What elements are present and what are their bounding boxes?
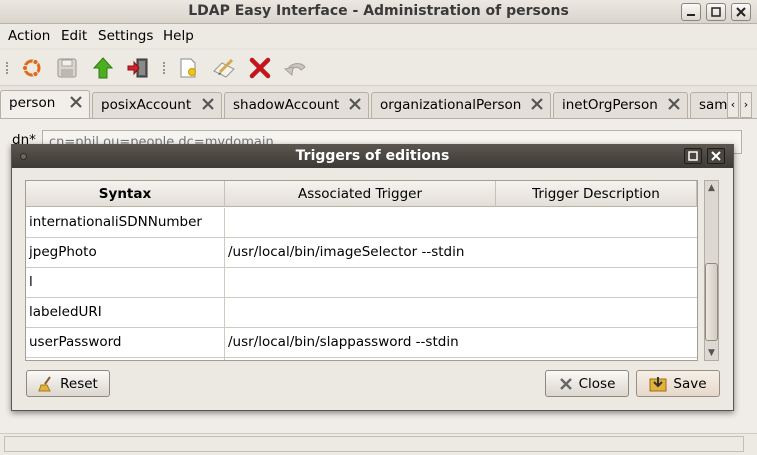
delete-button[interactable] xyxy=(246,55,274,81)
trigger-cell[interactable] xyxy=(225,208,697,238)
close-icon xyxy=(736,7,746,17)
ubuntu-button[interactable] xyxy=(18,55,46,81)
tab-person[interactable]: person xyxy=(0,90,90,120)
triggers-dialog: Triggers of editions Syntax Associated T… xyxy=(11,144,734,411)
syntax-cell[interactable]: l xyxy=(26,268,225,298)
minimize-button[interactable] xyxy=(681,3,701,21)
save-icon xyxy=(57,58,77,78)
undo-button[interactable] xyxy=(282,55,310,81)
scroll-up-icon[interactable]: ▲ xyxy=(705,181,718,195)
toolbar-grip[interactable] xyxy=(6,62,9,74)
menu-settings[interactable]: Settings xyxy=(98,28,153,44)
table-row[interactable]: labeledURI xyxy=(26,298,697,328)
undo-icon xyxy=(283,63,306,76)
minimize-icon xyxy=(687,14,695,16)
tab-scroll-left[interactable]: ‹ xyxy=(727,92,739,118)
tab-close-icon[interactable] xyxy=(349,98,361,114)
tab-close-icon[interactable] xyxy=(70,96,82,112)
chevron-right-icon: › xyxy=(743,98,749,111)
table-row[interactable] xyxy=(26,358,697,360)
dialog-maximize-button[interactable] xyxy=(684,148,702,164)
trigger-cell[interactable] xyxy=(225,358,697,360)
status-field xyxy=(4,436,744,452)
tab-inetorgperson[interactable]: inetOrgPerson xyxy=(553,92,688,118)
maximize-icon xyxy=(688,151,698,161)
reset-button[interactable]: Reset xyxy=(26,370,110,397)
edit-button[interactable] xyxy=(210,55,238,81)
table-header: Syntax Associated Trigger Trigger Descri… xyxy=(26,181,697,207)
tab-posixaccount[interactable]: posixAccount xyxy=(92,92,222,118)
tab-label: shadowAccount xyxy=(233,97,340,113)
menu-help[interactable]: Help xyxy=(163,28,194,44)
tab-close-icon[interactable] xyxy=(531,98,543,114)
trigger-cell[interactable]: /usr/local/bin/slappassword --stdin xyxy=(225,328,697,358)
exit-icon xyxy=(127,58,148,78)
broom-icon xyxy=(38,375,51,391)
toolbar-separator xyxy=(163,62,166,74)
dialog-titlebar: Triggers of editions xyxy=(12,145,733,168)
table-row[interactable]: l xyxy=(26,268,697,298)
dialog-title: Triggers of editions xyxy=(295,148,450,164)
trigger-cell[interactable] xyxy=(225,298,697,328)
tab-sam[interactable]: sam xyxy=(690,92,728,118)
tab-label: person xyxy=(9,95,56,111)
edit-icon xyxy=(213,58,235,78)
syntax-cell[interactable]: internationaliSDNNumber xyxy=(26,208,225,238)
save-button[interactable]: Save xyxy=(636,370,720,397)
tab-organizationalperson[interactable]: organizationalPerson xyxy=(371,92,551,118)
tab-shadowaccount[interactable]: shadowAccount xyxy=(224,92,369,118)
delete-icon xyxy=(249,57,271,79)
upload-button[interactable] xyxy=(89,55,117,81)
tab-close-icon[interactable] xyxy=(668,98,680,114)
scrollbar-thumb[interactable] xyxy=(705,263,718,341)
save-icon xyxy=(649,376,667,391)
window-title: LDAP Easy Interface - Administration of … xyxy=(188,3,569,19)
tab-label: posixAccount xyxy=(101,97,192,113)
new-button[interactable] xyxy=(174,55,202,81)
upload-arrow-icon xyxy=(92,57,114,79)
syntax-cell[interactable]: userPassword xyxy=(26,328,225,358)
tab-label: inetOrgPerson xyxy=(562,97,658,113)
exit-button[interactable] xyxy=(124,55,152,81)
syntax-cell[interactable] xyxy=(26,358,225,360)
save-toolbar-button[interactable] xyxy=(53,55,81,81)
close-icon xyxy=(711,151,721,161)
menu-action[interactable]: Action xyxy=(8,28,50,44)
tab-label: organizationalPerson xyxy=(380,97,522,113)
column-header-syntax[interactable]: Syntax xyxy=(26,181,225,207)
ubuntu-icon xyxy=(21,58,41,78)
close-window-button[interactable] xyxy=(731,3,751,21)
syntax-cell[interactable]: labeledURI xyxy=(26,298,225,328)
reset-label: Reset xyxy=(60,375,98,392)
close-icon xyxy=(559,377,572,390)
tab-scroll-right[interactable]: › xyxy=(740,92,752,118)
tab-label: sam xyxy=(699,97,728,113)
maximize-icon xyxy=(711,7,721,17)
table-scrollbar[interactable]: ▲ ▼ xyxy=(704,180,719,361)
trigger-cell[interactable] xyxy=(225,268,697,298)
close-button[interactable]: Close xyxy=(545,370,629,397)
toolbar xyxy=(0,50,757,86)
trigger-cell[interactable]: /usr/local/bin/imageSelector --stdin xyxy=(225,238,697,268)
close-label: Close xyxy=(578,375,616,392)
save-label: Save xyxy=(673,375,707,392)
column-header-associated-trigger[interactable]: Associated Trigger xyxy=(225,181,496,207)
table-row[interactable]: jpegPhoto /usr/local/bin/imageSelector -… xyxy=(26,238,697,268)
triggers-table: Syntax Associated Trigger Trigger Descri… xyxy=(25,180,698,361)
table-row[interactable]: internationaliSDNNumber xyxy=(26,208,697,238)
tab-close-icon[interactable] xyxy=(202,98,214,114)
column-header-trigger-description[interactable]: Trigger Description xyxy=(496,181,697,207)
maximize-button[interactable] xyxy=(706,3,726,21)
objectclass-tabs: person posixAccount shadowAccount organi… xyxy=(0,90,757,120)
chevron-left-icon: ‹ xyxy=(730,98,736,111)
syntax-cell[interactable]: jpegPhoto xyxy=(26,238,225,268)
window-titlebar: LDAP Easy Interface - Administration of … xyxy=(0,0,757,24)
scroll-down-icon[interactable]: ▼ xyxy=(705,346,718,360)
menubar: Action Edit Settings Help xyxy=(0,24,757,48)
new-document-icon xyxy=(180,58,196,78)
table-row[interactable]: userPassword /usr/local/bin/slappassword… xyxy=(26,328,697,358)
dialog-close-button[interactable] xyxy=(707,148,725,164)
menu-edit[interactable]: Edit xyxy=(61,28,87,44)
